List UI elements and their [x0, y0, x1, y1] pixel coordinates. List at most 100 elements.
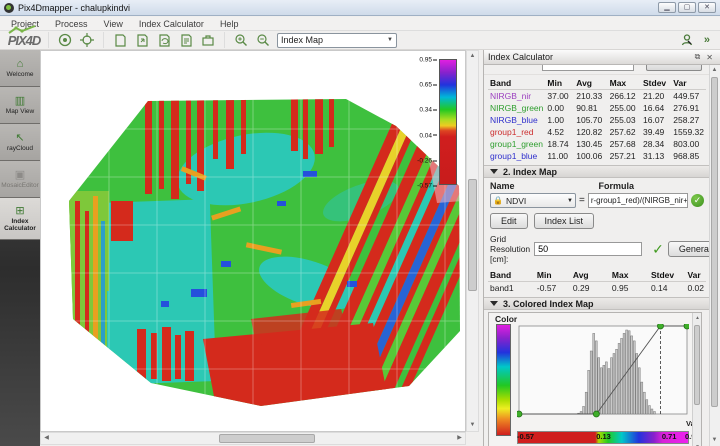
panel-scrollbar[interactable]: ▲ ▼ — [709, 65, 720, 446]
toolbox-icon[interactable] — [200, 32, 216, 48]
legend-tick-label: 0.65 — [419, 82, 437, 89]
grid-resolution-input[interactable] — [534, 242, 643, 256]
band-stat-value: 257.21 — [609, 151, 636, 161]
band-name: NIRGB_blue — [490, 115, 538, 125]
scroll-down-icon[interactable]: ▼ — [709, 435, 720, 446]
clipped-reflectance-row — [484, 65, 710, 75]
menu-item-view[interactable]: View — [97, 18, 130, 30]
index-map-canvas[interactable]: 0.95 0.65 0.34 0.04 -0.26 -0.57 — [40, 50, 466, 432]
menu-item-help[interactable]: Help — [213, 18, 246, 30]
scroll-up-icon[interactable]: ▲ — [693, 314, 702, 323]
map-vertical-scrollbar[interactable]: ▲ ▼ — [466, 50, 479, 432]
band-stat-value: 0.29 — [572, 283, 590, 293]
generate-index-button[interactable]: Generate — [667, 241, 710, 257]
sidebar-item-map-view[interactable]: ▥ Map View — [0, 87, 40, 124]
edit-button[interactable]: Edit — [490, 213, 528, 229]
sidebar-item-label: rayCloud — [6, 144, 33, 152]
table-row[interactable]: group1_red 4.52 120.82 257.62 39.49 1559.32 — [488, 126, 706, 138]
float-panel-icon[interactable]: ⧉ — [692, 52, 704, 62]
formula-text: r-group1_red)/(NIRGB_nir+group1_red) — [590, 196, 688, 205]
sidebar-item-label: Welcome — [6, 70, 34, 78]
reprocess-icon[interactable] — [156, 32, 172, 48]
formula-input[interactable]: r-group1_red)/(NIRGB_nir+group1_red) — [587, 193, 688, 208]
panel-scroll-thumb[interactable] — [711, 77, 718, 407]
scroll-up-icon[interactable]: ▲ — [467, 51, 478, 62]
close-panel-icon[interactable]: ✕ — [703, 53, 716, 62]
chevron-down-icon: ▼ — [387, 37, 393, 43]
app-icon — [4, 2, 14, 13]
index-calculator-icon: ⊞ — [15, 204, 25, 217]
band-stat-value: 0.00 — [547, 103, 564, 113]
band-stat-value: 11.00 — [547, 151, 569, 161]
focus-extents-icon[interactable] — [79, 32, 95, 48]
clipped-input[interactable] — [542, 65, 634, 71]
band-stat-value: 255.03 — [609, 115, 636, 125]
column-header-stdev: Stdev — [641, 77, 672, 90]
band-stat-value: 266.12 — [609, 91, 636, 101]
menu-item-process[interactable]: Process — [48, 18, 95, 30]
colored-map-scrollbar[interactable]: ▲ ▼ — [692, 313, 701, 446]
column-header-min: Min — [534, 269, 571, 282]
zoom-in-icon[interactable] — [233, 32, 249, 48]
scroll-up-icon[interactable]: ▲ — [709, 65, 720, 76]
minimize-button[interactable]: ▁ — [658, 2, 676, 13]
table-row[interactable]: NIRGB_green 0.00 90.81 255.00 16.64 276.91 — [488, 102, 706, 114]
user-account-icon[interactable] — [680, 33, 694, 47]
zoom-out-icon[interactable] — [255, 32, 271, 48]
scroll-down-icon[interactable]: ▼ — [467, 420, 478, 431]
sidebar-item-raycloud[interactable]: ↖ rayCloud — [0, 124, 40, 161]
band-stat-value: 257.68 — [609, 139, 636, 149]
vertical-scroll-thumb[interactable] — [468, 179, 477, 291]
color-axis-label: Color — [495, 314, 518, 324]
band-stat-value: -0.57 — [536, 283, 557, 293]
equals-sign: = — [579, 195, 585, 206]
menu-bar: Project Process View Index Calculator Help — [0, 17, 720, 31]
map-horizontal-scrollbar[interactable]: ◀ ▶ — [40, 432, 466, 445]
toolbar-overflow-icon[interactable]: » — [704, 34, 710, 46]
index-name-dropdown[interactable]: 🔒 NDVI ▼ — [490, 193, 576, 208]
formula-label: Formula — [598, 181, 635, 191]
band-stat-value: 276.91 — [673, 103, 700, 113]
band-stat-value: 90.81 — [576, 103, 598, 113]
clipped-button[interactable] — [646, 65, 702, 71]
horizontal-scroll-thumb[interactable] — [219, 434, 315, 443]
index-list-button[interactable]: Index List — [533, 213, 595, 229]
section-colored-index-map[interactable]: 3. Colored Index Map — [484, 297, 710, 310]
open-project-icon[interactable] — [134, 32, 150, 48]
colorbar-value-label: 0.13 — [596, 432, 611, 441]
logo-text: PIX4D — [7, 32, 42, 48]
report-icon[interactable] — [178, 32, 194, 48]
sidebar-item-label: MosaicEditor — [1, 181, 39, 189]
column-header-avg: Avg — [570, 269, 610, 282]
view-select-dropdown[interactable]: Index Map ▼ — [277, 32, 397, 48]
left-sidebar: ⌂ Welcome ▥ Map View ↖ rayCloud ▣ MosaicEditor ⊞… — [0, 50, 40, 446]
scroll-left-icon[interactable]: ◀ — [41, 433, 52, 444]
colorbar-value-label: -0.57 — [517, 432, 535, 441]
table-row[interactable]: NIRGB_blue 1.00 105.70 255.03 16.07 258.27 — [488, 114, 706, 126]
new-project-icon[interactable] — [112, 32, 128, 48]
collapse-triangle-icon — [490, 169, 498, 174]
table-row[interactable]: band1 -0.57 0.29 0.95 0.14 0.02 — [488, 282, 706, 295]
histogram-plot[interactable] — [517, 324, 689, 424]
menu-item-index-calculator[interactable]: Index Calculator — [132, 18, 211, 30]
maximize-button[interactable]: ▢ — [678, 2, 696, 13]
sidebar-item-mosaiceditor: ▣ MosaicEditor — [0, 161, 40, 198]
logo-chart-line — [8, 24, 36, 34]
sidebar-item-index-calculator[interactable]: ⊞ Index Calculator — [0, 198, 40, 240]
band-stat-value: 105.70 — [576, 115, 603, 125]
close-button[interactable]: ✕ — [698, 2, 716, 13]
sidebar-item-welcome[interactable]: ⌂ Welcome — [0, 50, 40, 87]
scroll-right-icon[interactable]: ▶ — [454, 433, 465, 444]
table-row[interactable]: group1_green 18.74 130.45 257.68 28.34 803.00 — [488, 138, 706, 150]
table-row[interactable]: group1_blue 11.00 100.06 257.21 31.13 968.85 — [488, 150, 706, 162]
section-index-map[interactable]: 2. Index Map — [484, 165, 710, 178]
band-name: group1_blue — [490, 151, 538, 161]
scroll-thumb[interactable] — [694, 325, 700, 405]
support-icon[interactable] — [57, 32, 73, 48]
color-scale-bar — [439, 59, 457, 185]
table-row[interactable]: NIRGB_nir 37.00 210.33 266.12 21.20 449.57 — [488, 90, 706, 103]
band-name: NIRGB_green — [490, 103, 544, 113]
band-stat-value: 120.82 — [576, 127, 603, 137]
section-index-map-title: 2. Index Map — [503, 166, 558, 177]
band-stat-value: 1559.32 — [673, 127, 704, 137]
